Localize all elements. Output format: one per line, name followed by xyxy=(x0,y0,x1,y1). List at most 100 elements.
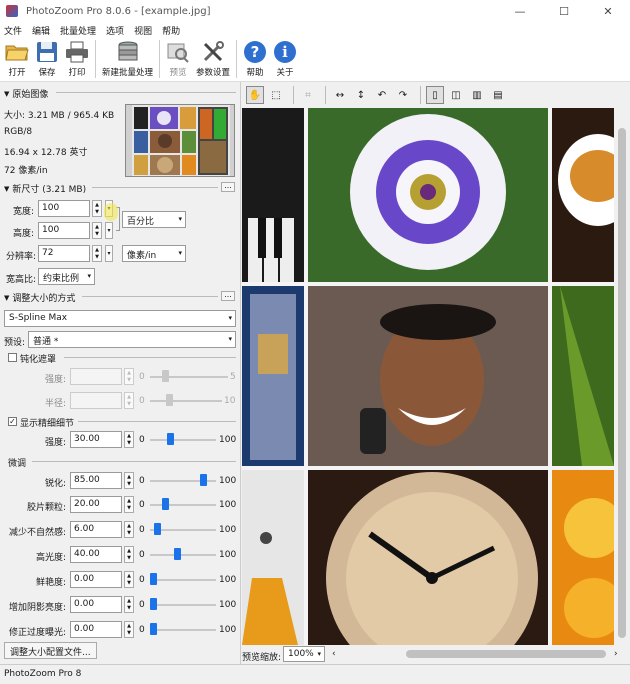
cursor-highlight xyxy=(104,203,118,221)
detail-strength-input[interactable]: 30.00 xyxy=(70,431,122,448)
resize-method-select[interactable]: S-Spline Max ▾ xyxy=(4,310,236,327)
resize-profile-button[interactable]: 调整大小配置文件... xyxy=(4,642,97,659)
new-size-header[interactable]: ▼ 新尺寸 (3.21 MB) xyxy=(4,182,86,196)
show-detail-label: 显示精细细节 xyxy=(20,419,75,429)
aspect-ratio-select[interactable]: 约束比例 ▾ xyxy=(38,268,95,285)
rotate-right-icon[interactable]: ↷ xyxy=(394,86,412,104)
height-input[interactable]: 100 xyxy=(38,222,90,239)
unsharp-radius-input[interactable] xyxy=(70,392,122,409)
fine-tune-input[interactable]: 6.00 xyxy=(70,521,122,538)
fine-tune-input[interactable]: 0.00 xyxy=(70,621,122,638)
menu-file[interactable]: 文件 xyxy=(4,24,22,37)
unsharp-mask-checkbox[interactable] xyxy=(8,353,17,362)
resize-method-header[interactable]: ▼ 调整大小的方式 xyxy=(4,291,75,305)
fine-tune-label: 胶片颗粒: xyxy=(26,503,66,513)
new-batch-button[interactable]: 新建批量处理 xyxy=(99,40,156,78)
menu-help[interactable]: 帮助 xyxy=(162,24,180,37)
new-size-options-button[interactable]: ... xyxy=(221,182,235,192)
save-button[interactable]: 保存 xyxy=(32,40,62,78)
crop-tool-icon[interactable]: ⌗ xyxy=(299,86,317,104)
fine-tune-slider[interactable] xyxy=(150,573,157,585)
resolution-spinner[interactable]: ▲ ▼ xyxy=(92,245,102,262)
rotate-left-icon[interactable]: ↶ xyxy=(373,86,391,104)
original-thumbnail xyxy=(125,104,235,177)
status-text: PhotoZoom Pro 8 xyxy=(4,669,82,679)
settings-button[interactable]: 参数设置 xyxy=(193,40,233,78)
fine-tune-input[interactable]: 85.00 xyxy=(70,472,122,489)
width-input[interactable]: 100 xyxy=(38,200,90,217)
scrollbar-thumb[interactable] xyxy=(618,128,626,638)
scroll-right-icon[interactable]: › xyxy=(614,649,618,659)
about-button[interactable]: i 关于 xyxy=(270,40,300,78)
main-toolbar: 打开 保存 打印 新建批量处理 预览 参数设置 ? 帮助 i 关于 xyxy=(0,38,630,82)
menu-edit[interactable]: 编辑 xyxy=(32,24,50,37)
preset-select[interactable]: 普通 * ▾ xyxy=(28,331,236,348)
side-by-side-view-icon[interactable]: ▥ xyxy=(468,86,486,104)
preview-button[interactable]: 预览 xyxy=(163,40,193,78)
divider xyxy=(78,421,236,422)
unsharp-strength-spinner[interactable]: ▲ ▼ xyxy=(124,368,134,385)
unsharp-radius-spinner[interactable]: ▲ ▼ xyxy=(124,392,134,409)
menu-view[interactable]: 视图 xyxy=(134,24,152,37)
toolbar-separator xyxy=(236,40,238,78)
resolution-input[interactable]: 72 xyxy=(38,245,90,262)
detail-strength-spinner[interactable]: ▲ ▼ xyxy=(124,431,134,448)
hand-tool-icon[interactable]: ✋ xyxy=(246,86,264,104)
preview-zoom-select[interactable]: 100% ▾ xyxy=(283,646,325,662)
fine-tune-slider[interactable] xyxy=(150,598,157,610)
size-unit-select[interactable]: 百分比 ▾ xyxy=(122,211,186,228)
fine-tune-spinner[interactable]: ▲ ▼ xyxy=(124,596,134,613)
unsharp-strength-slider[interactable] xyxy=(162,370,169,382)
menu-bar: 文件 编辑 批量处理 选项 视图 帮助 xyxy=(0,22,630,38)
fine-tune-slider[interactable] xyxy=(173,548,181,560)
unsharp-strength-input[interactable] xyxy=(70,368,122,385)
collapse-triangle-icon: ▼ xyxy=(4,293,10,302)
show-detail-checkbox[interactable]: ✓ xyxy=(8,417,17,426)
height-spinner[interactable]: ▲ ▼ xyxy=(92,222,102,239)
resize-method-options-button[interactable]: ... xyxy=(221,291,235,301)
original-image-header[interactable]: ▼ 原始图像 xyxy=(4,87,48,101)
fine-tune-slider[interactable] xyxy=(200,474,208,486)
fine-tune-spinner[interactable]: ▲ ▼ xyxy=(124,621,134,638)
scroll-left-icon[interactable]: ‹ xyxy=(332,649,336,659)
width-spinner[interactable]: ▲ ▼ xyxy=(92,200,102,217)
stacked-view-icon[interactable]: ▤ xyxy=(489,86,507,104)
fine-tune-slider[interactable] xyxy=(150,623,157,635)
fine-tune-input[interactable]: 20.00 xyxy=(70,496,122,513)
fine-tune-input[interactable]: 0.00 xyxy=(70,596,122,613)
split-view-icon[interactable]: ◫ xyxy=(447,86,465,104)
flip-vertical-icon[interactable]: ↕ xyxy=(352,86,370,104)
maximize-button[interactable]: ☐ xyxy=(542,0,586,22)
help-button[interactable]: ? 帮助 xyxy=(240,40,270,78)
resolution-unit-dropdown[interactable]: ▾ xyxy=(105,245,113,262)
fine-tune-label: 鲜艳度: xyxy=(35,578,66,588)
menu-batch[interactable]: 批量处理 xyxy=(60,24,96,37)
fine-tune-slider[interactable] xyxy=(161,498,169,510)
detail-strength-slider[interactable] xyxy=(167,433,174,445)
fine-tune-spinner[interactable]: ▲ ▼ xyxy=(124,496,134,513)
menu-options[interactable]: 选项 xyxy=(106,24,124,37)
marquee-tool-icon[interactable]: ⬚ xyxy=(267,86,285,104)
preview-vertical-scrollbar[interactable] xyxy=(614,108,630,645)
preset-label: 预设: xyxy=(4,338,26,348)
fine-tune-spinner[interactable]: ▲ ▼ xyxy=(124,472,134,489)
fine-tune-input[interactable]: 40.00 xyxy=(70,546,122,563)
unsharp-radius-slider[interactable] xyxy=(166,394,173,406)
preview-image[interactable] xyxy=(242,108,614,645)
open-button[interactable]: 打开 xyxy=(2,40,32,78)
flip-horizontal-icon[interactable]: ↔ xyxy=(331,86,349,104)
height-label: 高度: xyxy=(12,229,34,239)
toolbar-separator xyxy=(159,40,161,78)
resolution-unit-select[interactable]: 像素/in ▾ xyxy=(122,245,186,262)
fine-tune-spinner[interactable]: ▲ ▼ xyxy=(124,546,134,563)
single-view-icon[interactable]: ▯ xyxy=(426,86,444,104)
fine-tune-slider[interactable] xyxy=(153,523,161,535)
fine-tune-spinner[interactable]: ▲ ▼ xyxy=(124,571,134,588)
close-button[interactable]: ✕ xyxy=(586,0,630,22)
print-button[interactable]: 打印 xyxy=(62,40,92,78)
fine-tune-input[interactable]: 0.00 xyxy=(70,571,122,588)
preview-horizontal-scrollbar[interactable] xyxy=(406,650,606,658)
fine-tune-spinner[interactable]: ▲ ▼ xyxy=(124,521,134,538)
minimize-button[interactable]: — xyxy=(498,0,542,22)
height-unit-dropdown[interactable]: ▾ xyxy=(105,222,113,239)
